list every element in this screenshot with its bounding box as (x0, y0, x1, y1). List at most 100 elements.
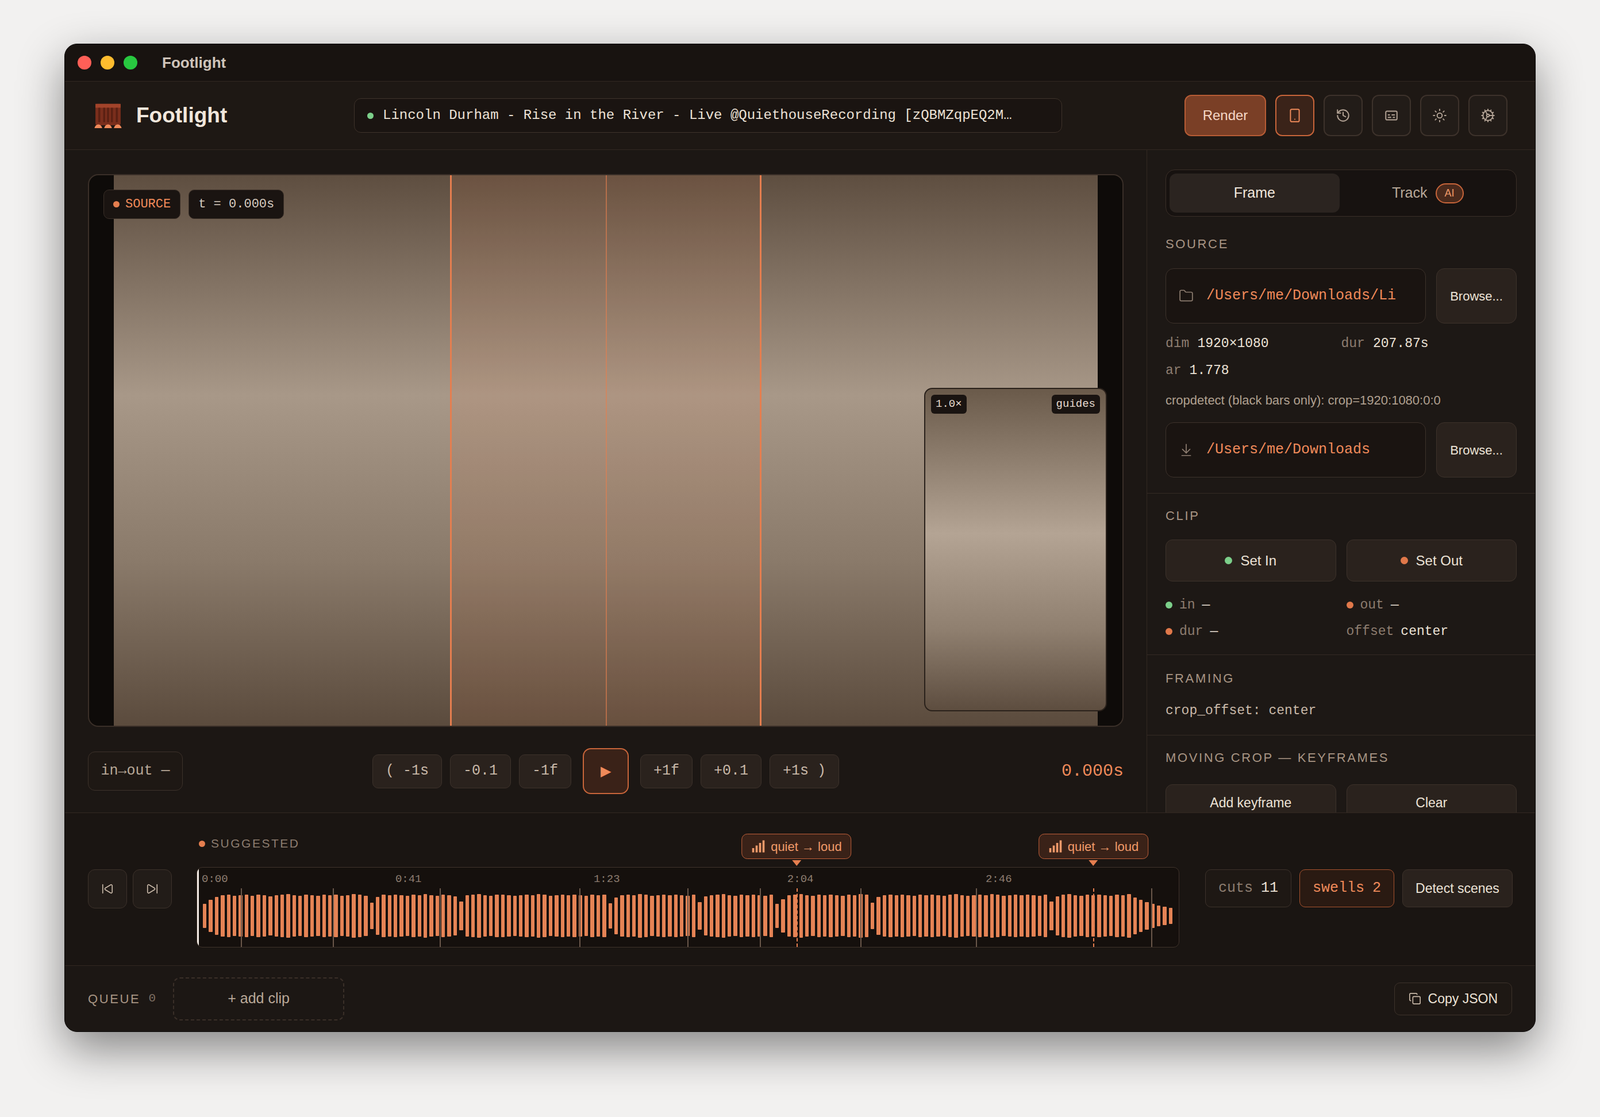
scene-filter-button[interactable]: swells2 (1299, 869, 1395, 908)
video-viewer: SOURCEt = 0.000s1.0×guides (87, 174, 1124, 728)
crop-box[interactable] (450, 175, 761, 726)
waveform-bar (1109, 895, 1113, 937)
set-point-button[interactable]: Set Out (1346, 539, 1518, 582)
step-back-button[interactable]: ( -1s (372, 754, 442, 789)
waveform-bar (667, 895, 672, 937)
waveform-bar (751, 894, 756, 938)
step-forward-button[interactable]: +1s ) (769, 754, 840, 789)
scene-cut-line (860, 888, 862, 948)
waveform-bar (1019, 895, 1023, 937)
waveform-bar (262, 895, 267, 937)
waveform-bar (918, 894, 922, 938)
in-out-button[interactable]: in→out — (87, 751, 183, 791)
waveform-bar (608, 903, 613, 929)
field-dot (1346, 601, 1354, 609)
captions-button[interactable] (1371, 94, 1411, 137)
waveform-bar (733, 895, 737, 937)
set-point-button[interactable]: Set In (1165, 539, 1337, 582)
waveform-bar (822, 895, 827, 937)
waveform-bar (1049, 901, 1053, 932)
waveform-bar (1037, 895, 1042, 937)
waveform-bar (614, 897, 618, 935)
keyframe-button[interactable]: Add keyframe (1165, 784, 1337, 813)
section-label: MOVING CROP — KEYFRAMES (1165, 750, 1517, 767)
window-control-button[interactable] (77, 55, 92, 70)
step-back-button[interactable]: -1f (518, 754, 572, 789)
browse-source-button[interactable]: Browse... (1436, 268, 1517, 324)
detect-scenes-button[interactable]: Detect scenes (1402, 869, 1513, 908)
playhead[interactable] (197, 867, 199, 948)
copy-json-button[interactable]: Copy JSON (1394, 982, 1513, 1016)
waveform-bar (411, 894, 415, 938)
waveform-bar (1097, 894, 1101, 938)
crop-center-line (605, 175, 607, 726)
waveform-bar (1144, 902, 1149, 930)
source-section: FrameTrackAISOURCE/Users/me/Downloads/Li… (1147, 150, 1536, 494)
step-controls: ( -1s-0.1-1f ▶ +1f+0.1+1s ) (372, 748, 840, 795)
history-button[interactable] (1323, 94, 1363, 137)
browse-output-button[interactable]: Browse... (1436, 422, 1517, 478)
meta-item: dur207.87s (1341, 335, 1518, 353)
meta-item: dim1920×1080 (1165, 335, 1342, 353)
waveform-bar (888, 894, 892, 938)
step-back-button[interactable]: -0.1 (450, 754, 511, 789)
output-path-field[interactable]: /Users/me/Downloads (1165, 422, 1426, 478)
window-control-button[interactable] (100, 55, 115, 70)
panel-tab[interactable]: TrackAI (1343, 173, 1514, 213)
play-button[interactable]: ▶ (582, 748, 629, 795)
timeline-markers: SUGGESTEDquiet → loudquiet → loud (196, 813, 1180, 868)
settings-icon (1480, 108, 1496, 123)
status-dot (367, 112, 374, 119)
waveform-bar (662, 894, 666, 938)
waveform-bar (441, 894, 445, 938)
swell-marker[interactable]: quiet → loud (741, 833, 852, 867)
waveform-bar (805, 895, 809, 938)
add-clip-button[interactable]: + add clip (172, 977, 345, 1021)
waveform-bar (775, 904, 779, 928)
theme-button[interactable] (1420, 94, 1460, 137)
waveform-bar (840, 895, 845, 937)
source-path-field[interactable]: /Users/me/Downloads/Li (1165, 268, 1426, 324)
panel-tab[interactable]: Frame (1169, 173, 1340, 213)
waveform-bar (566, 895, 571, 937)
waveform-bar (370, 902, 374, 930)
preview-guides[interactable]: guides (1051, 394, 1100, 414)
scene-cut-line (439, 888, 441, 948)
step-forward-button[interactable]: +0.1 (700, 754, 762, 789)
title-bar: Footlight (64, 44, 1536, 82)
waveform-bar (429, 895, 433, 938)
render-button[interactable]: Render (1184, 94, 1267, 137)
waveform-bar (524, 894, 529, 938)
swell-marker[interactable]: quiet → loud (1038, 833, 1149, 867)
waveform-bar (447, 895, 451, 937)
phone-button[interactable] (1275, 94, 1315, 137)
waveform-bar (882, 895, 887, 938)
previous-scene-button[interactable] (87, 869, 128, 909)
settings-button[interactable] (1468, 94, 1508, 137)
waveform-bar (531, 895, 535, 937)
source-badge: SOURCE (103, 189, 181, 219)
next-scene-button[interactable] (132, 869, 172, 909)
step-forward-button[interactable]: +1f (640, 754, 693, 789)
waveform-bar (333, 894, 338, 938)
download-icon (1178, 442, 1194, 458)
ai-badge: AI (1435, 183, 1464, 204)
time-tick: 1:23 (593, 872, 621, 887)
window-control-button[interactable] (123, 55, 138, 70)
waveform-bar (1114, 894, 1119, 938)
waveform-bar (345, 895, 350, 938)
waveform-bar (560, 894, 565, 938)
waveform-bar (489, 895, 493, 937)
waveform-bar (340, 895, 344, 937)
scene-filter-button[interactable]: cuts11 (1205, 869, 1292, 908)
source-dot (113, 201, 120, 208)
header-actions: Render (1184, 94, 1508, 137)
clip-field: out— (1346, 596, 1518, 614)
waveform-bar (650, 895, 654, 937)
waveform-bar (518, 895, 523, 938)
waveform-bar (799, 894, 803, 938)
waveform-track[interactable]: 0:000:411:232:042:46 (196, 867, 1180, 948)
source-title-pill: Lincoln Durham - Rise in the River - Liv… (354, 98, 1063, 133)
keyframe-button[interactable]: Clear (1346, 784, 1518, 813)
window-controls (77, 55, 138, 70)
